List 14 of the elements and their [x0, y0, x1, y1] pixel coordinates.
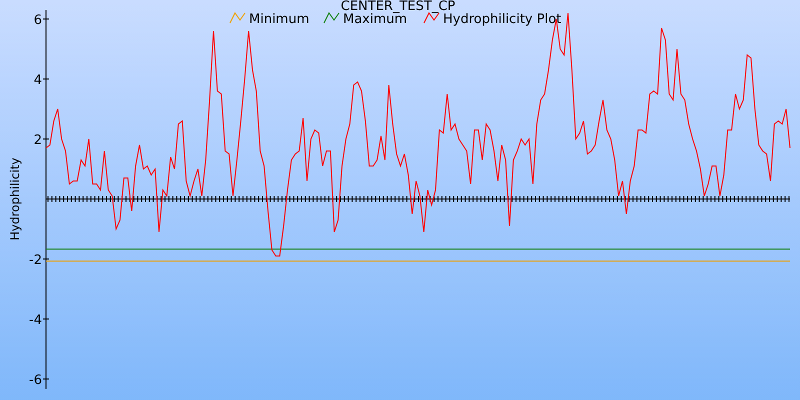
legend-swatch-icon — [324, 12, 340, 24]
legend-swatch-icon — [230, 12, 246, 24]
y-axis-label: Hydrophilicity — [8, 158, 22, 240]
y-tick-label: -6 — [29, 373, 42, 388]
chart-title: CENTER_TEST_CP — [340, 0, 456, 14]
y-tick-label: 4 — [34, 73, 42, 88]
y-tick-label: 2 — [34, 133, 42, 148]
y-tick-label: -2 — [29, 253, 42, 268]
legend-label: Minimum — [249, 12, 310, 27]
y-tick-label: 6 — [34, 13, 42, 28]
legend-swatch-icon — [424, 12, 440, 24]
legend-label: Maximum — [343, 12, 408, 27]
legend-label: Hydrophilicity Plot — [443, 12, 562, 27]
y-tick-label: -4 — [29, 313, 42, 328]
